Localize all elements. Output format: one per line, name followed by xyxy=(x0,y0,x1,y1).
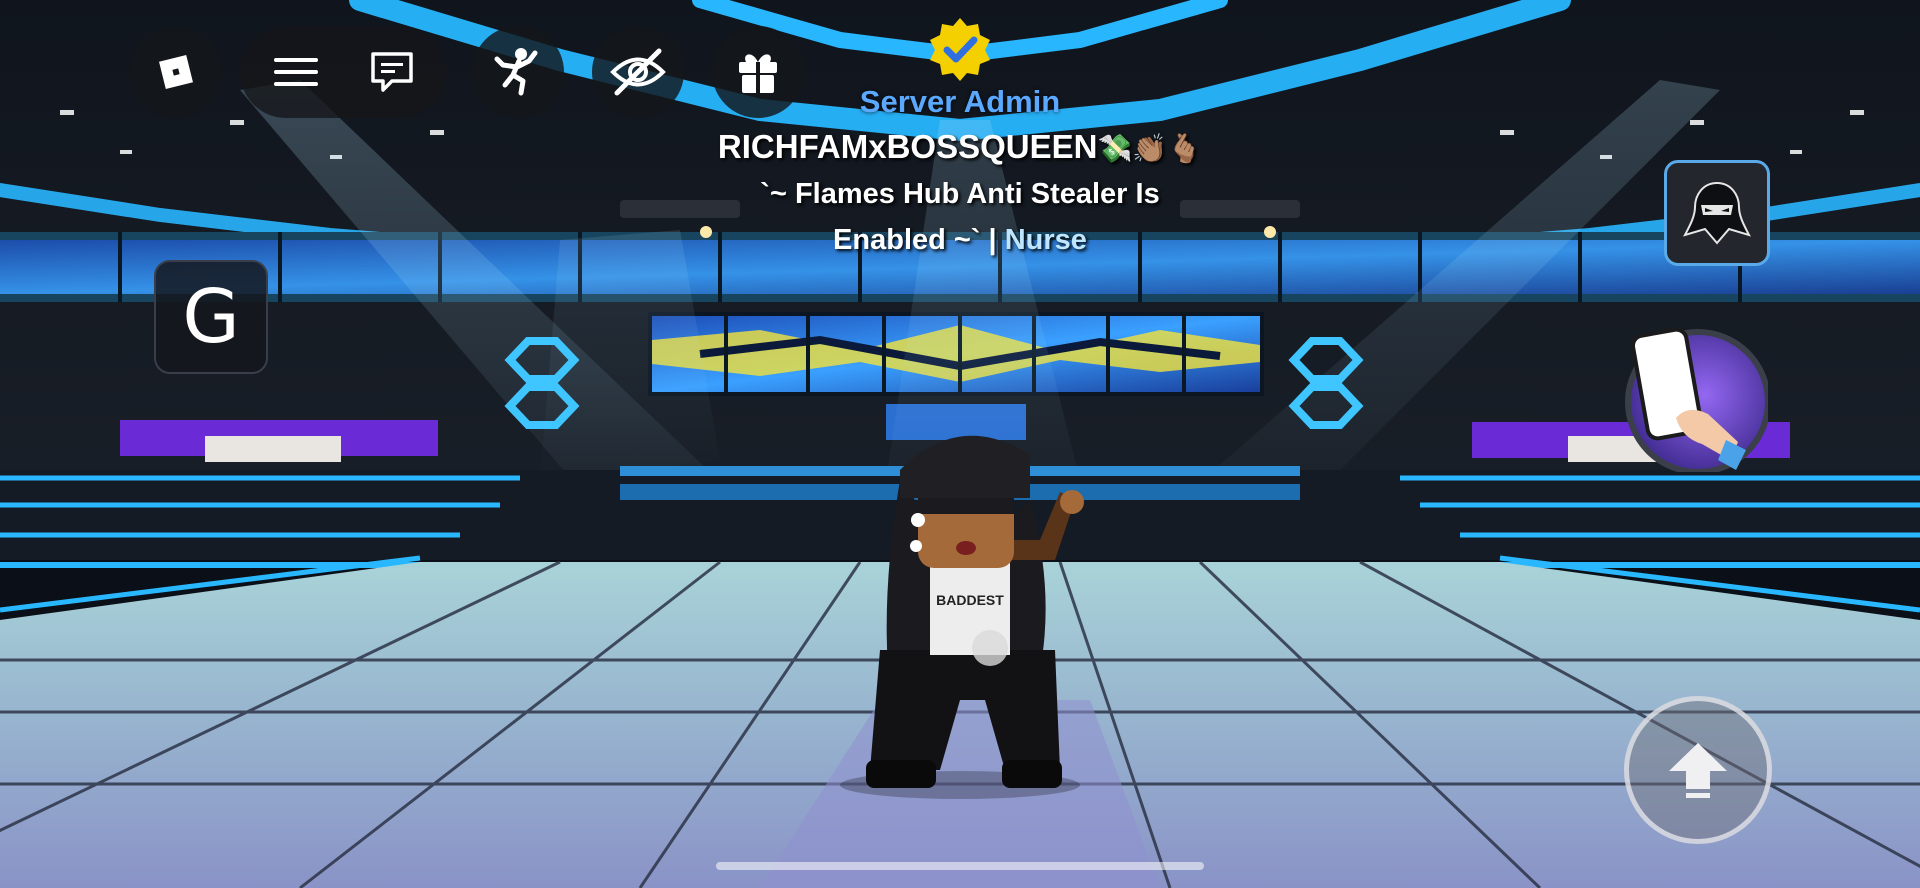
ninja-avatar-icon xyxy=(1683,181,1751,245)
jump-button[interactable] xyxy=(1624,696,1772,844)
nametag-username-line: RICHFAMxBOSSQUEEN💸👏🏽🫰🏽 xyxy=(650,128,1270,166)
nametag-username: RICHFAMxBOSSQUEEN xyxy=(717,128,1098,165)
nametag-bio-line-2: Enabled ~` | Nurse xyxy=(650,224,1270,257)
roblox-menu-button[interactable] xyxy=(130,26,222,118)
chat-button[interactable] xyxy=(360,46,424,98)
verified-badge-icon xyxy=(930,18,990,81)
avatar-button[interactable] xyxy=(1664,160,1770,266)
phone-in-hand-icon xyxy=(1625,327,1771,475)
home-indicator[interactable] xyxy=(716,862,1204,870)
hamburger-menu-button[interactable] xyxy=(264,48,328,96)
avatar-shirt-text: BADDEST xyxy=(936,592,1004,608)
nametag-rank: Server Admin xyxy=(859,84,1061,119)
hamburger-menu-icon xyxy=(274,58,318,86)
g-button[interactable]: G xyxy=(154,260,268,374)
nametag-bio-line-1: `~ Flames Hub Anti Stealer Is xyxy=(760,178,1160,210)
nametag-emojis: 💸👏🏽🫰🏽 xyxy=(1097,133,1203,164)
phone-button[interactable] xyxy=(1618,322,1771,475)
g-button-label: G xyxy=(182,274,240,360)
dance-emote-icon xyxy=(494,48,538,96)
roblox-logo-icon xyxy=(159,55,193,89)
up-arrow-icon xyxy=(1669,743,1727,798)
nametag-role: Nurse xyxy=(1004,224,1087,256)
nametag-bio-text: Enabled ~` | xyxy=(833,224,1005,256)
emote-button[interactable] xyxy=(472,26,564,118)
chat-bubble-icon xyxy=(371,52,413,92)
